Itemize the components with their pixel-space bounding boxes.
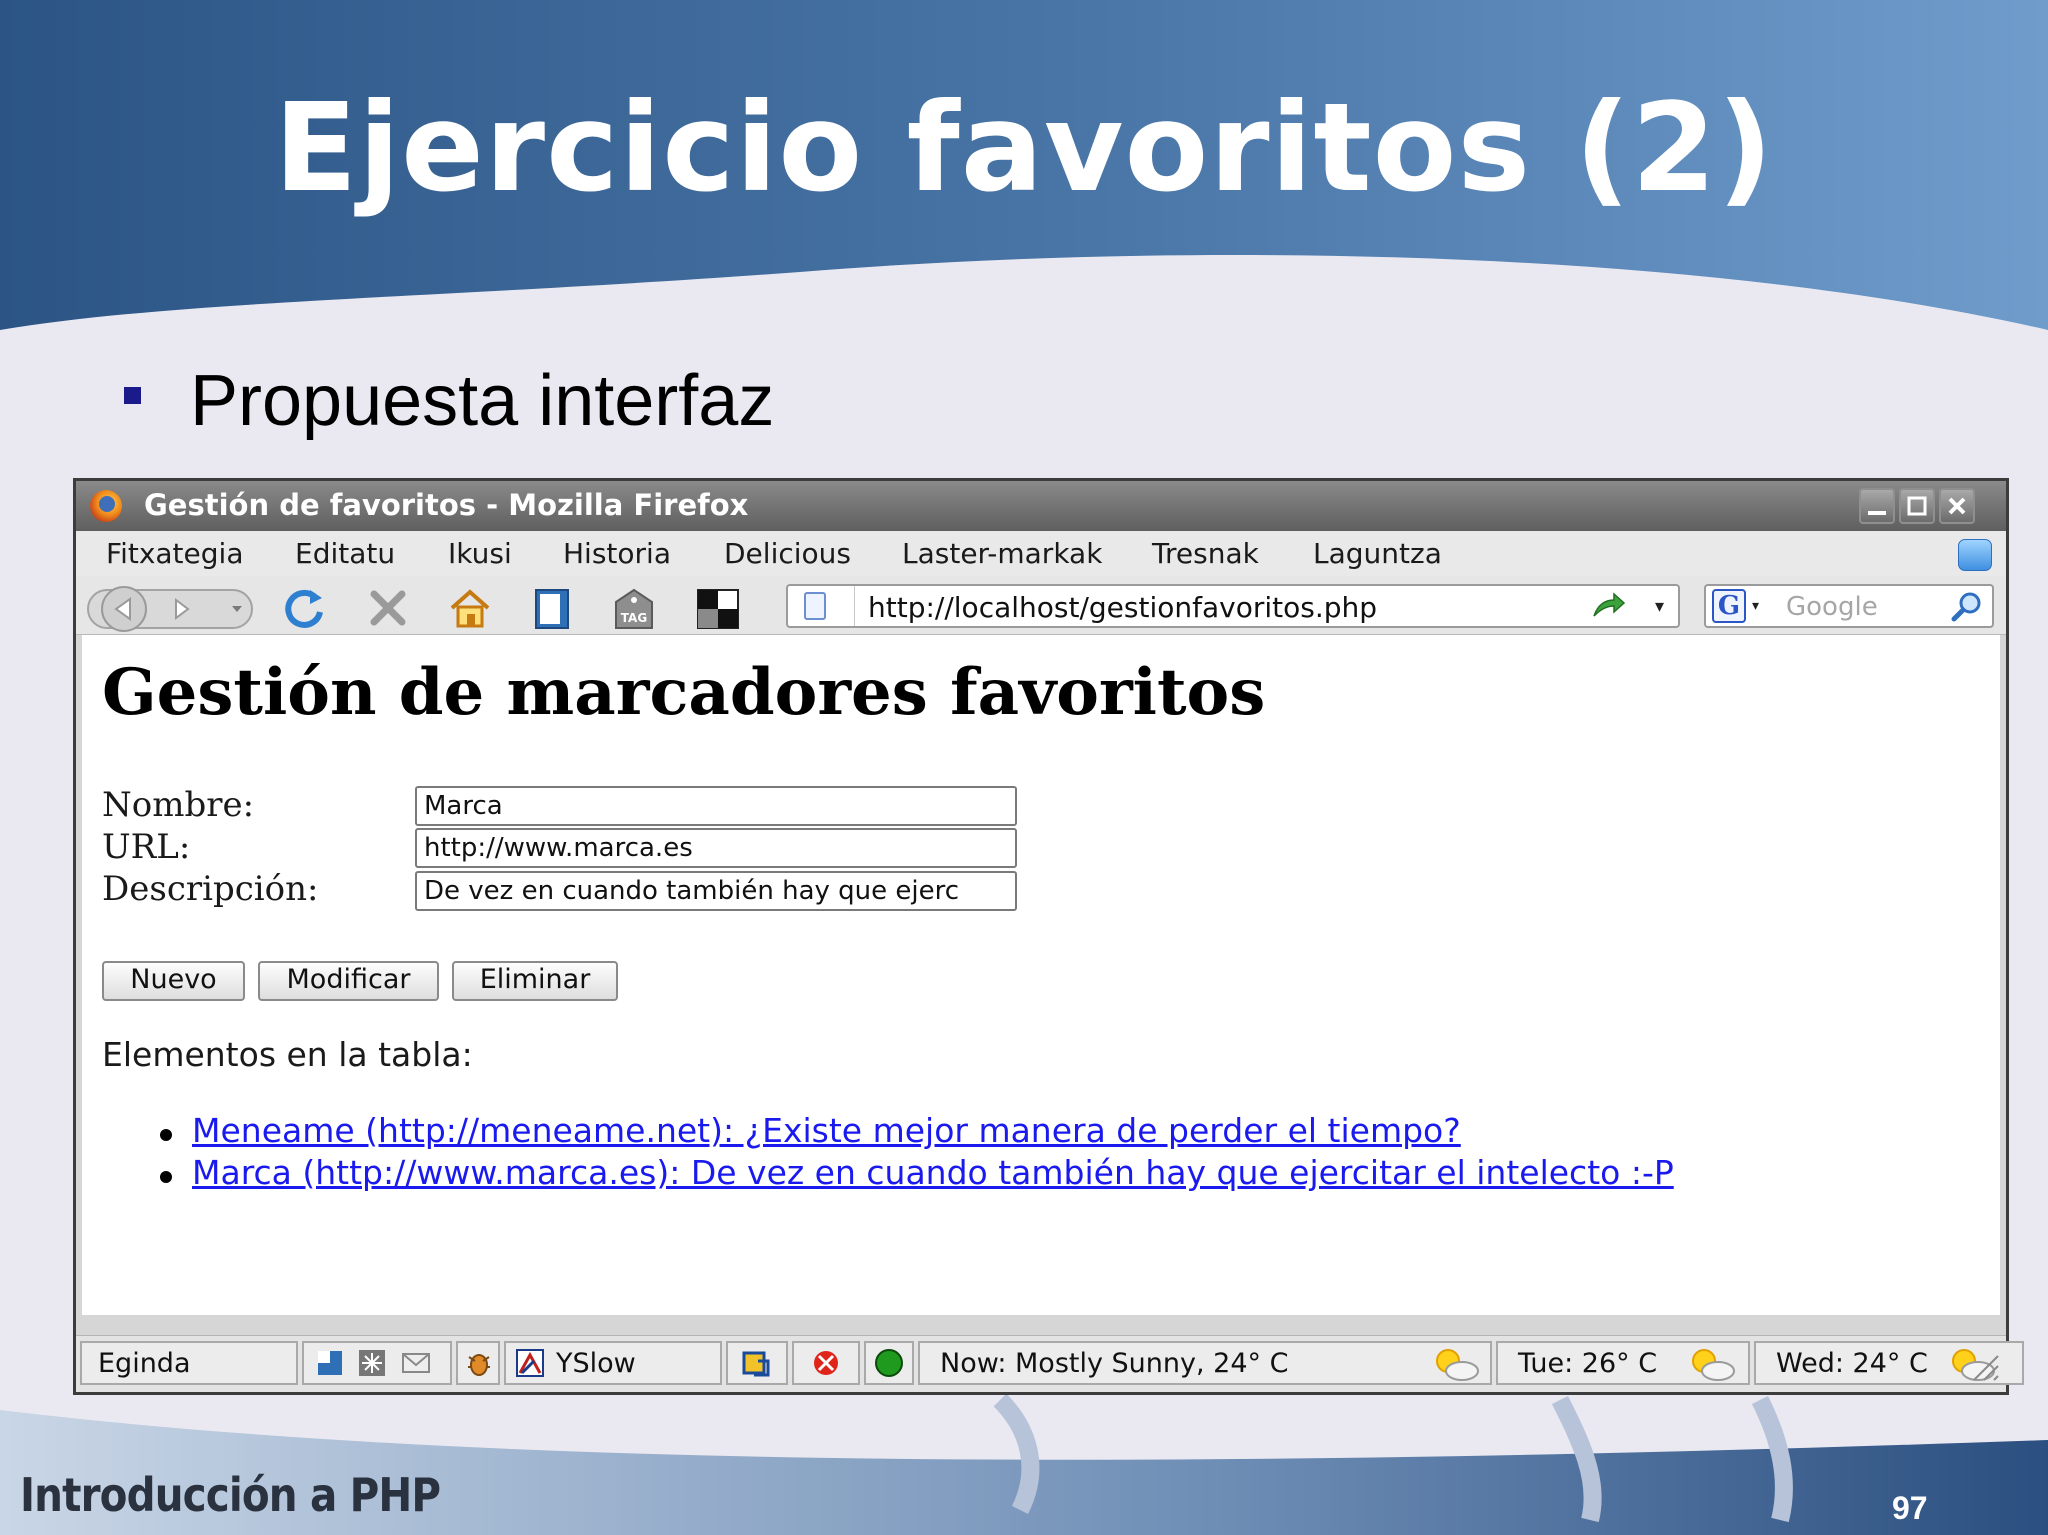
go-arrow-icon[interactable] (1590, 590, 1626, 622)
modify-button[interactable]: Modificar (258, 961, 439, 1001)
status-icons-cell (302, 1341, 452, 1385)
footer-title: Introducción a PHP (20, 1468, 441, 1522)
bullet-marker (124, 387, 141, 404)
weather-wed: Wed: 24° C (1776, 1348, 1928, 1379)
home-icon[interactable] (446, 584, 494, 632)
sync-cell (726, 1341, 788, 1385)
list-bullet (160, 1129, 172, 1141)
reload-icon[interactable] (280, 584, 328, 632)
status-text-cell: Egindа (80, 1341, 298, 1385)
resize-grip-icon[interactable] (1964, 1344, 2002, 1384)
page-number: 97 (1892, 1490, 1928, 1526)
menu-bar: Fitxategia Editatu Ikusi Historia Delici… (76, 531, 2006, 576)
bookmark-icon[interactable] (528, 584, 576, 632)
delete-button[interactable]: Eliminar (452, 961, 618, 1001)
engine-dropdown-icon[interactable]: ▾ (1752, 598, 1759, 614)
search-icon[interactable] (1950, 590, 1984, 624)
menu-ikusi[interactable]: Ikusi (448, 537, 512, 570)
minimize-icon[interactable] (1859, 488, 1895, 524)
tag-label: TAG (621, 611, 647, 625)
menu-tresnak[interactable]: Tresnak (1152, 537, 1259, 570)
firefox-window: Gestión de favoritos - Mozilla Firefox F… (73, 478, 2024, 1395)
status-ok-icon[interactable] (873, 1347, 905, 1379)
close-icon[interactable] (1939, 488, 1975, 524)
yslow-icon[interactable] (514, 1347, 546, 1379)
menu-delicious[interactable]: Delicious (724, 537, 851, 570)
weather-tue-cell: Tue: 26° C (1496, 1341, 1750, 1385)
navigation-toolbar: TAG http://localhost/gestionfavoritos.ph… (76, 576, 2006, 635)
yslow-label[interactable]: YSlow (556, 1348, 636, 1379)
title-bar[interactable]: Gestión de favoritos - Mozilla Firefox (76, 481, 2006, 531)
name-label: Nombre: (102, 785, 255, 825)
menu-laguntza[interactable]: Laguntza (1313, 537, 1442, 570)
delicious-icon[interactable] (694, 584, 742, 632)
page-content: Gestión de marcadores favoritos Nombre: … (82, 635, 2000, 1315)
sync-icon[interactable] (740, 1347, 772, 1379)
menu-laster-markak[interactable]: Laster-markak (902, 537, 1102, 570)
url-field[interactable]: http://www.marca.es (415, 828, 1017, 868)
maximize-icon[interactable] (1899, 488, 1935, 524)
weather-now: Now: Mostly Sunny, 24° C (940, 1348, 1289, 1379)
url-separator (854, 586, 855, 626)
sunny-icon (1436, 1349, 1479, 1381)
menu-editatu[interactable]: Editatu (295, 537, 395, 570)
mail-icon[interactable] (400, 1347, 432, 1379)
url-bar[interactable]: http://localhost/gestionfavoritos.php ▾ (786, 584, 1680, 628)
weather-now-cell: Now: Mostly Sunny, 24° C (918, 1341, 1492, 1385)
search-input[interactable]: Google (1786, 592, 1878, 622)
stop-icon[interactable] (364, 584, 412, 632)
firebug-icon[interactable] (463, 1347, 495, 1379)
tag-icon[interactable]: TAG (610, 584, 658, 632)
adblock-icon[interactable] (810, 1347, 842, 1379)
url-input[interactable]: http://localhost/gestionfavoritos.php (868, 591, 1377, 624)
list-bullet (160, 1171, 172, 1183)
yslow-cell: YSlow (504, 1341, 722, 1385)
snowflake-icon[interactable] (356, 1347, 388, 1379)
slide-title: Ejercicio favoritos (2) (274, 77, 1774, 219)
sunny-icon (1692, 1349, 1735, 1381)
weather-tue: Tue: 26° C (1518, 1348, 1658, 1379)
google-engine-icon[interactable]: G (1712, 589, 1746, 623)
firefox-logo-icon (90, 490, 122, 522)
list-item-link[interactable]: Marca (http://www.marca.es): De vez en c… (192, 1153, 1674, 1192)
list-label: Elementos en la tabla: (102, 1035, 473, 1074)
firebug-cell (456, 1341, 500, 1385)
activity-icon (1958, 539, 1992, 571)
menu-fitxategia[interactable]: Fitxategia (106, 537, 243, 570)
screen-icon[interactable] (314, 1347, 346, 1379)
page-favicon-icon (804, 592, 826, 620)
status-ok-cell (864, 1341, 914, 1385)
description-label: Descripción: (102, 869, 319, 909)
menu-historia[interactable]: Historia (563, 537, 671, 570)
window-title: Gestión de favoritos - Mozilla Firefox (144, 488, 749, 522)
new-button[interactable]: Nuevo (102, 961, 245, 1001)
page-heading: Gestión de marcadores favoritos (102, 655, 1266, 730)
status-text: Egindа (98, 1348, 191, 1379)
description-field[interactable]: De vez en cuando también hay que ejerc (415, 871, 1017, 911)
bullet-text: Propuesta interfaz (190, 361, 775, 441)
search-box[interactable]: G ▾ Google (1704, 584, 1994, 628)
list-item-link[interactable]: Meneame (http://meneame.net): ¿Existe me… (192, 1111, 1461, 1150)
name-field[interactable]: Marca (415, 786, 1017, 826)
url-label: URL: (102, 827, 191, 867)
adblock-cell (792, 1341, 860, 1385)
status-bar: Egindа YSlow Now: Mostly Sunny, 24° C Tu… (76, 1335, 2024, 1392)
url-dropdown-icon[interactable]: ▾ (1655, 596, 1664, 617)
back-forward-group (87, 586, 253, 632)
